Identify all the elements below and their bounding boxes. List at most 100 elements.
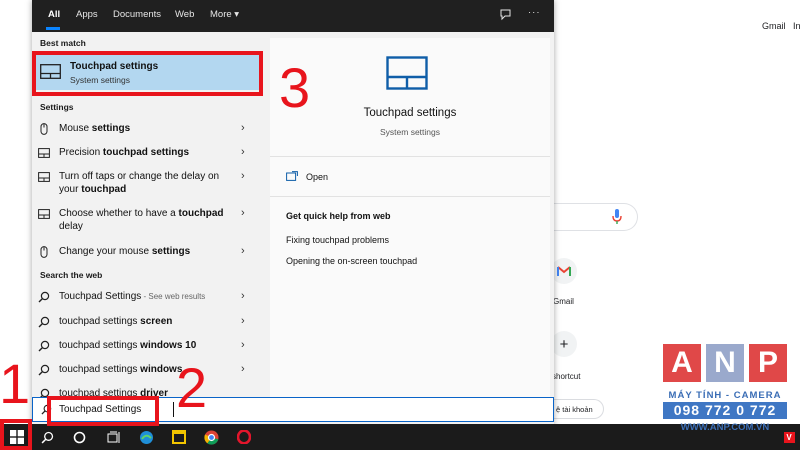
taskbar-search-button[interactable] bbox=[32, 424, 62, 450]
touchpad-icon bbox=[38, 172, 50, 182]
cortana-icon bbox=[73, 431, 85, 443]
search-filter-bar: All Apps Documents Web More ▾ ··· bbox=[32, 0, 554, 32]
mouse-icon bbox=[40, 246, 48, 258]
item-bold: touchpad settings bbox=[102, 147, 190, 158]
annotation-box-2 bbox=[47, 396, 159, 426]
chevron-right-icon[interactable]: › bbox=[241, 339, 245, 352]
chevron-right-icon[interactable]: › bbox=[241, 290, 245, 303]
chrome-icon bbox=[203, 430, 218, 445]
item-text: touchpad settings bbox=[59, 364, 141, 375]
watermark-url: WWW.ANP.COM.VN bbox=[680, 422, 770, 433]
search-icon bbox=[38, 364, 50, 376]
gmail-shortcut-tile[interactable] bbox=[551, 258, 577, 284]
chevron-right-icon[interactable]: › bbox=[241, 122, 245, 135]
chevron-right-icon[interactable]: › bbox=[241, 207, 245, 220]
tab-more-label: More bbox=[210, 9, 232, 20]
chevron-right-icon[interactable]: › bbox=[241, 245, 245, 258]
add-shortcut-tile[interactable]: + bbox=[551, 331, 577, 357]
chevron-right-icon[interactable]: › bbox=[241, 363, 245, 376]
watermark-letter: N bbox=[706, 344, 744, 382]
touchpad-icon bbox=[386, 56, 428, 90]
preview-pane: Touchpad settings System settings Open G… bbox=[270, 38, 550, 398]
tab-web[interactable]: Web bbox=[175, 9, 194, 20]
preview-subtitle: System settings bbox=[380, 127, 440, 137]
item-text: Touchpad Settings bbox=[59, 291, 142, 302]
search-icon bbox=[41, 431, 53, 443]
opera-button[interactable] bbox=[229, 424, 259, 450]
add-shortcut-label: shortcut bbox=[552, 372, 581, 381]
microphone-icon[interactable] bbox=[612, 209, 622, 225]
help-link[interactable]: Opening the on-screen touchpad bbox=[286, 256, 417, 266]
item-bold: windows 10 bbox=[140, 340, 197, 351]
open-action[interactable]: Open bbox=[306, 172, 328, 182]
preview-title: Touchpad settings bbox=[363, 107, 457, 119]
watermark-letter: P bbox=[749, 344, 787, 382]
edge-icon bbox=[139, 430, 153, 444]
chevron-right-icon[interactable]: › bbox=[241, 315, 245, 328]
annotation-number-1: 1 bbox=[0, 352, 31, 415]
item-text-tail: delay bbox=[59, 221, 83, 232]
touchpad-icon bbox=[38, 209, 50, 219]
gmail-icon bbox=[557, 265, 571, 276]
item-text: Precision bbox=[59, 147, 103, 158]
item-bold: touchpad bbox=[178, 208, 224, 219]
item-text: Change your mouse bbox=[59, 246, 152, 257]
cortana-button[interactable] bbox=[64, 424, 94, 450]
item-text: touchpad settings bbox=[59, 316, 141, 327]
tab-all[interactable]: All bbox=[48, 9, 60, 20]
task-view-icon bbox=[107, 431, 119, 443]
anp-watermark: A N P MÁY TÍNH - CAMERA 098 772 0 772 WW… bbox=[663, 344, 787, 442]
search-web-header: Search the web bbox=[40, 270, 103, 280]
item-text: touchpad settings bbox=[59, 340, 141, 351]
mouse-icon bbox=[40, 123, 48, 135]
account-button[interactable]: ệ tài khoản bbox=[552, 399, 604, 419]
task-view-button[interactable] bbox=[98, 424, 128, 450]
sticky-notes-icon bbox=[172, 430, 186, 444]
annotation-box-3 bbox=[32, 51, 263, 96]
search-icon bbox=[38, 291, 50, 303]
annotation-number-3: 3 bbox=[279, 56, 311, 119]
item-bold: screen bbox=[140, 316, 173, 327]
images-link[interactable]: In bbox=[793, 21, 800, 31]
item-bold: settings bbox=[91, 123, 131, 134]
watermark-letter: A bbox=[663, 344, 701, 382]
text-caret bbox=[173, 402, 174, 417]
sticky-notes-button[interactable] bbox=[164, 424, 194, 450]
plus-icon: + bbox=[559, 335, 569, 353]
divider bbox=[270, 196, 550, 197]
help-link[interactable]: Fixing touchpad problems bbox=[286, 235, 389, 245]
watermark-tagline: MÁY TÍNH - CAMERA bbox=[668, 390, 782, 401]
more-options-icon[interactable]: ··· bbox=[528, 7, 541, 18]
opera-icon bbox=[237, 430, 251, 444]
item-bold: touchpad bbox=[81, 184, 127, 195]
annotation-box-1 bbox=[0, 419, 32, 450]
active-tab-indicator bbox=[46, 27, 60, 30]
search-icon bbox=[38, 316, 50, 328]
annotation-number-2: 2 bbox=[176, 356, 208, 419]
see-web-results-hint: - See web results bbox=[141, 292, 206, 301]
open-icon[interactable] bbox=[286, 171, 298, 181]
chevron-right-icon[interactable]: › bbox=[241, 146, 245, 159]
search-icon bbox=[38, 340, 50, 352]
feedback-icon[interactable] bbox=[499, 8, 512, 21]
tab-more[interactable]: More ▾ bbox=[210, 9, 239, 20]
best-match-header: Best match bbox=[40, 38, 86, 48]
tab-apps[interactable]: Apps bbox=[76, 9, 98, 20]
item-bold: settings bbox=[151, 246, 191, 257]
chevron-down-icon: ▾ bbox=[234, 9, 240, 20]
account-button-label: ệ tài khoản bbox=[556, 405, 593, 414]
chrome-button[interactable] bbox=[196, 424, 226, 450]
gmail-link[interactable]: Gmail bbox=[762, 21, 786, 31]
gmail-tile-label: Gmail bbox=[553, 297, 574, 306]
help-header: Get quick help from web bbox=[286, 211, 391, 221]
settings-header: Settings bbox=[40, 102, 74, 112]
touchpad-icon bbox=[38, 148, 50, 158]
google-search-box[interactable] bbox=[540, 203, 638, 231]
item-text: Choose whether to have a bbox=[59, 208, 179, 219]
tab-documents[interactable]: Documents bbox=[113, 9, 161, 20]
edge-button[interactable] bbox=[131, 424, 161, 450]
chevron-right-icon[interactable]: › bbox=[241, 170, 245, 183]
divider bbox=[270, 156, 550, 157]
watermark-phone: 098 772 0 772 bbox=[663, 402, 787, 419]
item-text: Mouse bbox=[59, 123, 92, 134]
